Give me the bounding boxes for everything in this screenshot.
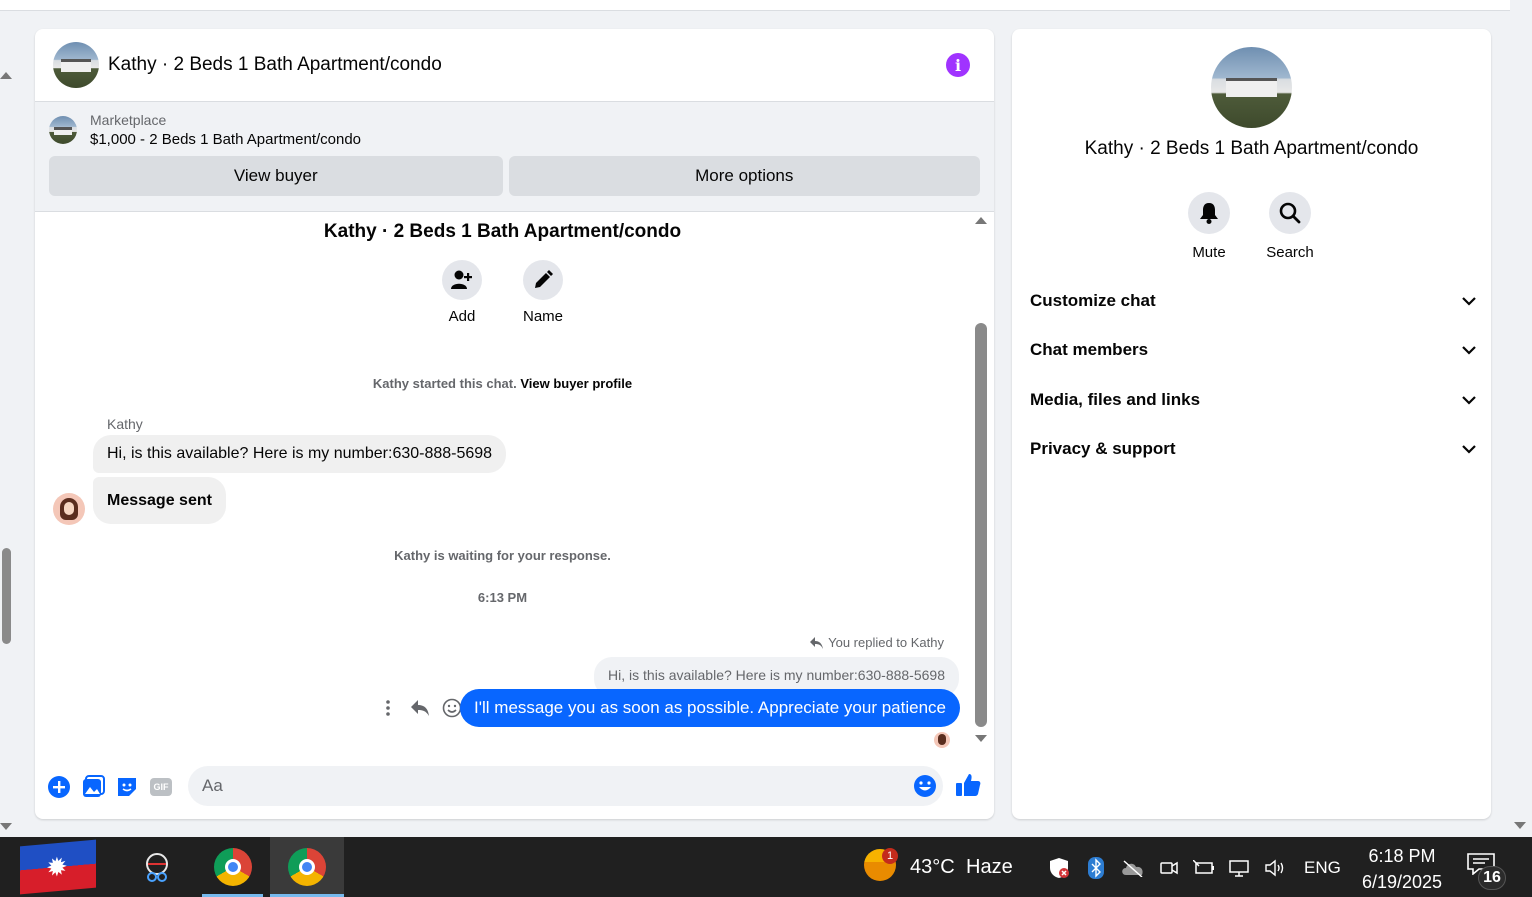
- scroll-thumb[interactable]: [975, 323, 987, 727]
- listing-avatar[interactable]: [53, 42, 99, 88]
- search-label: Search: [1266, 244, 1314, 261]
- incoming-message-bubble[interactable]: Hi, is this available? Here is my number…: [93, 435, 507, 473]
- message-input[interactable]: [202, 776, 882, 796]
- sender-avatar[interactable]: [53, 493, 85, 525]
- timestamp: 6:13 PM: [477, 590, 528, 605]
- scroll-down-arrow[interactable]: [975, 735, 987, 742]
- replied-text: You replied to Kathy: [828, 635, 944, 650]
- listing-avatar-large[interactable]: [1211, 47, 1292, 128]
- chrome-icon[interactable]: [202, 837, 263, 897]
- weather-temperature[interactable]: 43°C: [910, 856, 955, 879]
- section-label: Customize chat: [1030, 291, 1156, 310]
- reply-icon[interactable]: [409, 697, 431, 719]
- listing-thumbnail[interactable]: [49, 116, 77, 144]
- chat-panel: Kathy · 2 Beds 1 Bath Apartment/condo i …: [35, 29, 994, 819]
- photo-icon[interactable]: [80, 774, 106, 800]
- mute-button[interactable]: Mute: [1174, 192, 1244, 261]
- section-label: Chat members: [1030, 340, 1149, 359]
- conversation-title: Kathy · 2 Beds 1 Bath Apartment/condo: [323, 221, 682, 242]
- composer: GIF: [35, 763, 994, 811]
- volume-icon[interactable]: [1264, 857, 1286, 879]
- scroll-down-arrow[interactable]: [0, 823, 12, 830]
- search-icon[interactable]: [1269, 192, 1311, 234]
- info-icon[interactable]: i: [946, 53, 970, 77]
- pencil-icon[interactable]: [523, 260, 563, 300]
- reply-icon: [810, 636, 824, 649]
- add-person-button[interactable]: Add: [432, 260, 492, 325]
- clock-time: 6:18 PM: [1368, 846, 1436, 866]
- seen-avatar: [934, 732, 950, 748]
- meet-now-icon[interactable]: [1158, 857, 1180, 879]
- language-indicator[interactable]: ENG: [1304, 858, 1341, 878]
- add-person-icon[interactable]: [442, 260, 482, 300]
- info-title: Kathy · 2 Beds 1 Bath Apartment/condo: [1084, 138, 1419, 159]
- emoji-icon[interactable]: [913, 774, 937, 798]
- chat-header: Kathy · 2 Beds 1 Bath Apartment/condo i: [35, 29, 994, 102]
- page-scrollbar-right[interactable]: [1510, 0, 1532, 836]
- bluetooth-icon[interactable]: [1085, 857, 1107, 879]
- page-scrollbar-left[interactable]: [0, 60, 14, 836]
- bell-icon[interactable]: [1188, 192, 1230, 234]
- message-input-wrapper: [188, 766, 943, 806]
- weather-badge: 1: [882, 848, 898, 864]
- onedrive-icon[interactable]: [1120, 857, 1146, 879]
- network-icon[interactable]: [1228, 857, 1250, 879]
- waiting-text: Kathy is waiting for your response.: [394, 548, 611, 563]
- chat-started-line: Kathy started this chat. View buyer prof…: [35, 376, 970, 391]
- conversation-scrollbar[interactable]: [974, 217, 988, 747]
- marketplace-label: Marketplace: [90, 112, 167, 128]
- chat-header-title[interactable]: Kathy · 2 Beds 1 Bath Apartment/condo: [108, 54, 442, 76]
- chevron-down-icon: [1462, 444, 1476, 454]
- weather-description[interactable]: Haze: [966, 856, 1013, 879]
- browser-top-strip: [0, 0, 1510, 11]
- scroll-up-arrow[interactable]: [975, 217, 987, 224]
- search-button[interactable]: Search: [1255, 192, 1325, 261]
- more-vertical-icon[interactable]: [377, 697, 399, 719]
- mute-label: Mute: [1192, 244, 1226, 261]
- chevron-down-icon: [1462, 345, 1476, 355]
- start-flag-icon[interactable]: [0, 837, 110, 897]
- view-buyer-profile-link[interactable]: View buyer profile: [520, 376, 632, 391]
- plus-circle-icon[interactable]: [46, 774, 72, 800]
- name-label: Name: [522, 308, 563, 325]
- scroll-thumb[interactable]: [2, 548, 11, 644]
- gif-icon[interactable]: GIF: [148, 774, 174, 800]
- name-chat-button[interactable]: Name: [513, 260, 573, 325]
- conversation-area: Kathy · 2 Beds 1 Bath Apartment/condo Ad…: [35, 213, 994, 753]
- replied-indicator: You replied to Kathy: [810, 635, 944, 650]
- section-label: Media, files and links: [1030, 390, 1201, 409]
- section-label: Privacy & support: [1030, 439, 1176, 458]
- section-customize-chat[interactable]: Customize chat: [1030, 281, 1476, 321]
- section-privacy-support[interactable]: Privacy & support: [1030, 429, 1476, 469]
- section-media-files-links[interactable]: Media, files and links: [1030, 380, 1476, 420]
- scroll-up-arrow[interactable]: [0, 72, 12, 79]
- snipping-tool-icon[interactable]: [128, 837, 186, 897]
- view-buyer-button[interactable]: View buyer: [49, 156, 503, 196]
- chat-info-panel: Kathy · 2 Beds 1 Bath Apartment/condo Mu…: [1012, 29, 1491, 819]
- clock-date: 6/19/2025: [1361, 872, 1443, 892]
- message-actions: [377, 697, 463, 719]
- security-shield-icon[interactable]: [1048, 857, 1070, 879]
- listing-title[interactable]: $1,000 - 2 Beds 1 Bath Apartment/condo: [90, 131, 361, 148]
- clock[interactable]: 6:18 PM 6/19/2025: [1352, 843, 1452, 895]
- windows-taskbar: 1 43°C Haze ENG 6:18 PM 6/19/2025 16: [0, 837, 1532, 897]
- more-options-button[interactable]: More options: [508, 156, 980, 196]
- scroll-down-arrow[interactable]: [1514, 822, 1526, 829]
- notification-count: 16: [1478, 866, 1506, 890]
- battery-icon[interactable]: [1193, 857, 1215, 879]
- thumbs-up-icon[interactable]: [955, 772, 983, 800]
- marketplace-bar: Marketplace $1,000 - 2 Beds 1 Bath Apart…: [35, 102, 994, 212]
- sender-name: Kathy: [107, 416, 143, 432]
- add-label: Add: [448, 308, 476, 325]
- chevron-down-icon: [1462, 296, 1476, 306]
- outgoing-message-bubble[interactable]: I'll message you as soon as possible. Ap…: [460, 689, 960, 727]
- sticker-icon[interactable]: [114, 774, 140, 800]
- chrome-profile-icon[interactable]: [270, 837, 344, 897]
- section-chat-members[interactable]: Chat members: [1030, 330, 1476, 370]
- chevron-down-icon: [1462, 395, 1476, 405]
- incoming-message-bubble[interactable]: Message sent: [93, 477, 226, 524]
- chat-started-text: Kathy started this chat.: [372, 376, 517, 391]
